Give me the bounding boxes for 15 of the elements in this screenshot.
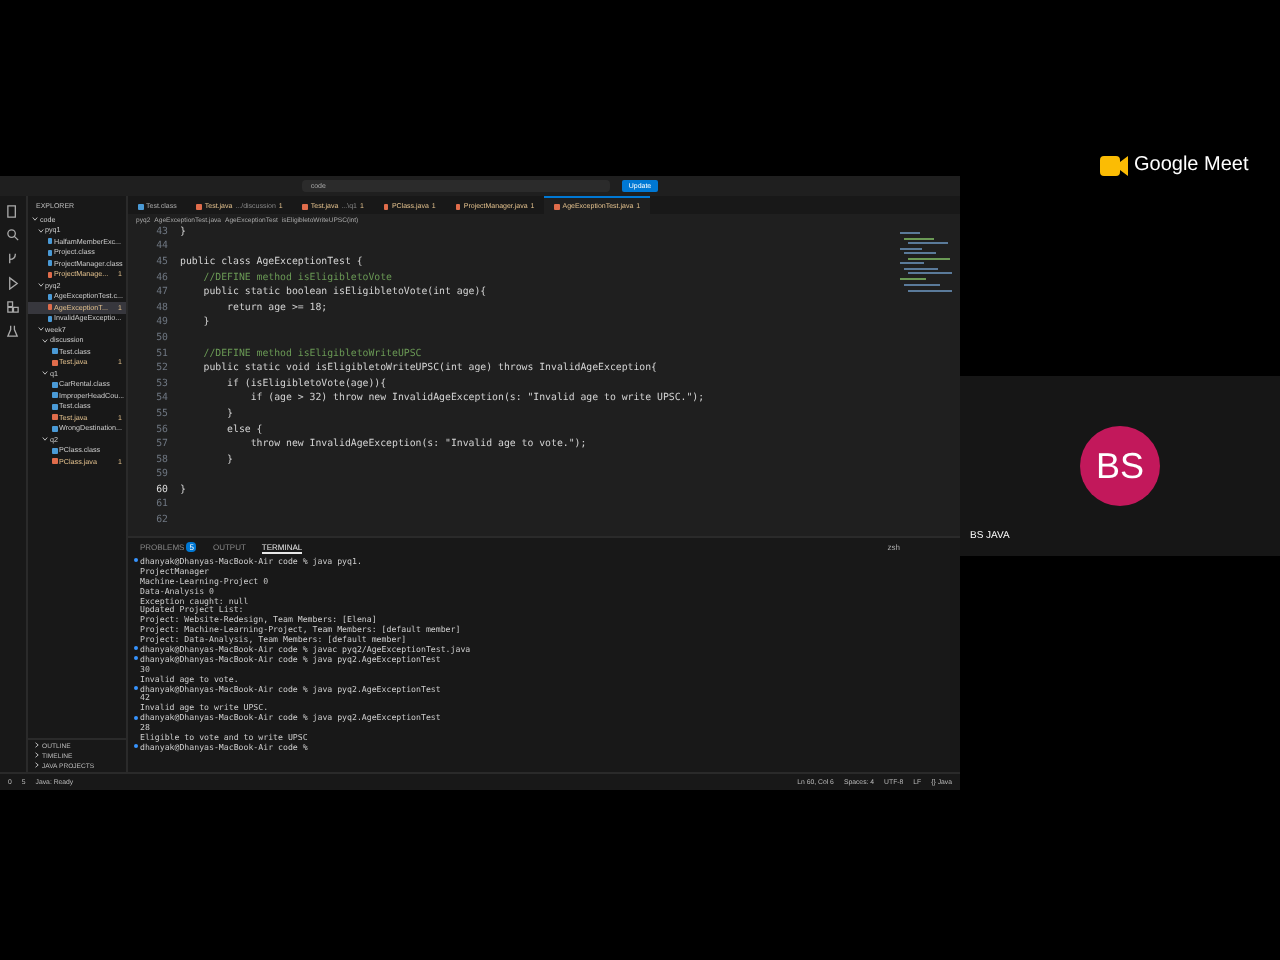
java-file-icon: [383, 203, 389, 209]
extensions-icon[interactable]: [6, 300, 20, 314]
java-file-icon: [196, 203, 202, 209]
video-camera-icon: [1100, 155, 1128, 175]
avatar: BS: [1080, 426, 1160, 506]
java-file-icon: [455, 203, 461, 209]
search-icon[interactable]: [6, 228, 20, 242]
brand-name: Google Meet: [1134, 154, 1249, 176]
flask-icon[interactable]: [6, 324, 20, 338]
branch-icon[interactable]: [6, 252, 20, 266]
java-file-icon: [138, 203, 143, 209]
files-icon[interactable]: [6, 204, 20, 218]
run-icon[interactable]: [6, 276, 20, 290]
java-file-icon: [302, 203, 308, 209]
java-file-icon: [554, 203, 560, 209]
